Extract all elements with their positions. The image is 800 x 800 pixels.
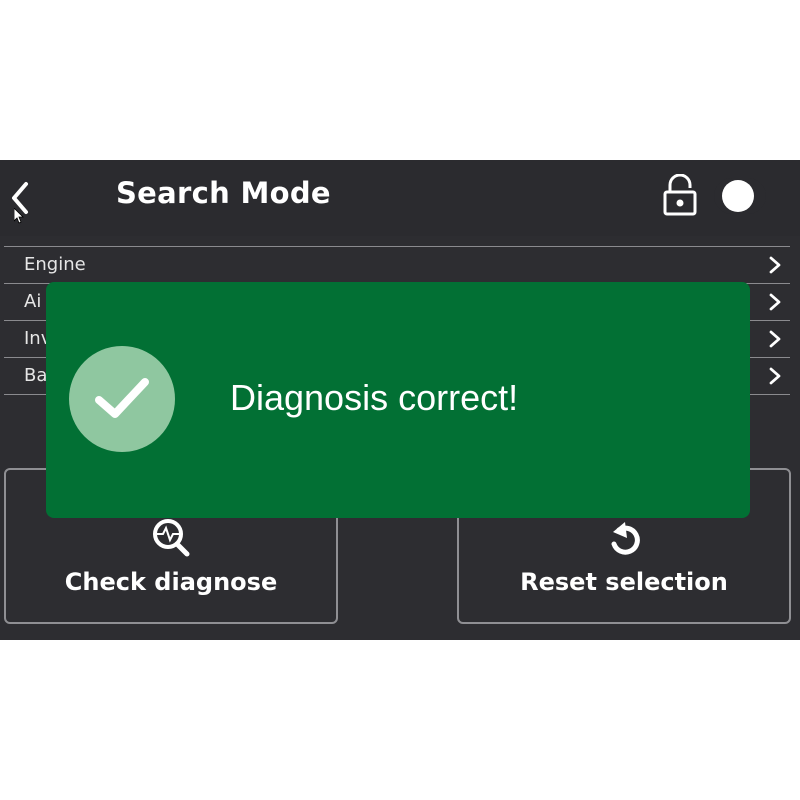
checkmark-icon — [95, 378, 149, 418]
check-diagnose-label: Check diagnose — [64, 568, 278, 596]
list-item-label: Ba — [24, 365, 48, 386]
chevron-right-icon — [769, 367, 781, 385]
app-header: Search Mode — [0, 160, 800, 236]
list-item-engine[interactable]: Engine — [4, 246, 790, 283]
list-item-label: Ai — [24, 291, 42, 312]
magnify-diagnose-icon — [153, 519, 190, 557]
lock-button[interactable] — [660, 173, 700, 218]
toast-message: Diagnosis correct! — [230, 377, 519, 418]
chevron-right-icon — [769, 330, 781, 348]
mouse-cursor-icon — [14, 208, 24, 224]
unlock-icon — [663, 173, 697, 216]
chevron-right-icon — [769, 256, 781, 274]
checkmark-circle-icon — [69, 346, 175, 452]
list-item-label: Engine — [24, 254, 86, 275]
page-title: Search Mode — [116, 176, 331, 210]
device-screen: Search Mode Engine Ai Inv Ba Check diagn… — [0, 160, 800, 640]
reset-icon — [611, 522, 640, 555]
success-toast: Diagnosis correct! — [46, 282, 750, 518]
chevron-right-icon — [769, 293, 781, 311]
toggle-knob — [722, 180, 754, 212]
mode-toggle[interactable] — [714, 178, 766, 214]
reset-selection-label: Reset selection — [520, 568, 728, 596]
